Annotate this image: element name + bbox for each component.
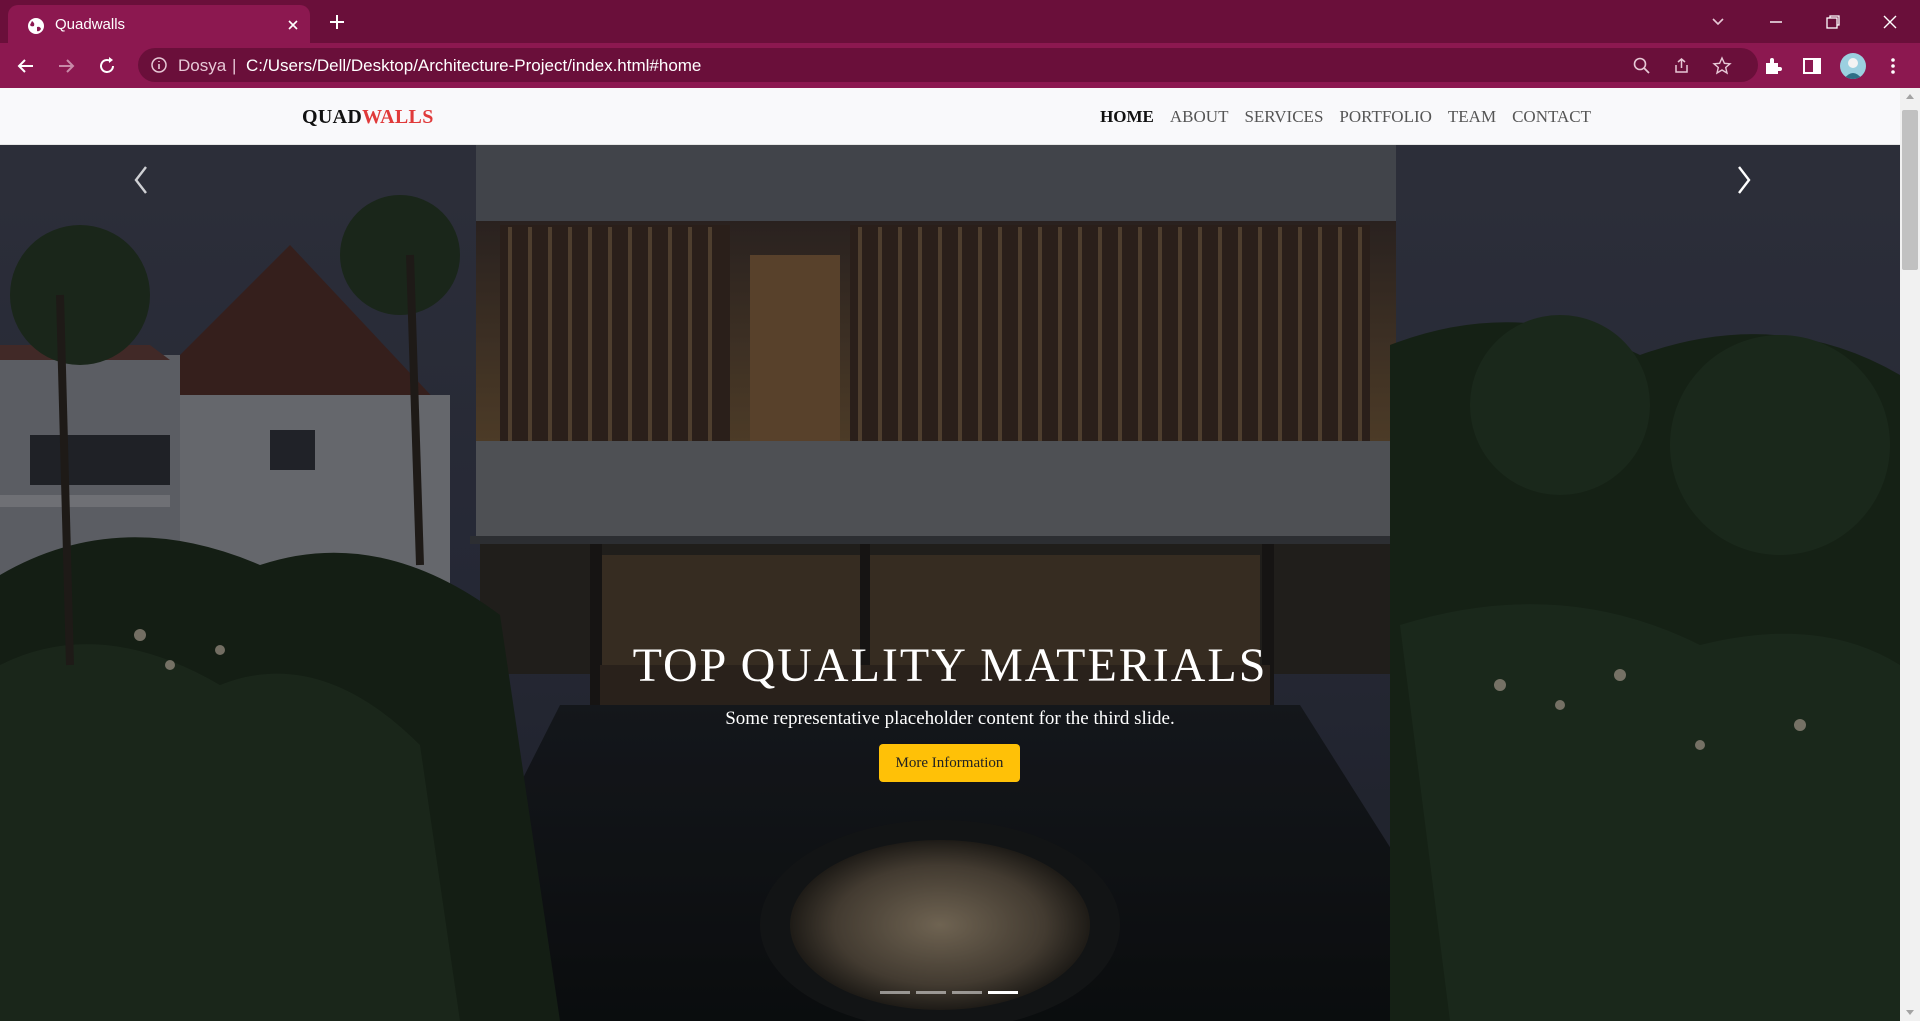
nav-about[interactable]: ABOUT: [1170, 107, 1229, 127]
close-tab-icon[interactable]: [285, 17, 301, 33]
nav-team[interactable]: TEAM: [1448, 107, 1496, 127]
profile-icon: [1844, 58, 1862, 79]
carousel-indicator-3[interactable]: [952, 991, 982, 994]
carousel-next-icon[interactable]: [1713, 145, 1773, 215]
carousel-indicator-1[interactable]: [880, 991, 910, 994]
vertical-scrollbar[interactable]: [1900, 88, 1920, 1021]
nav-portfolio[interactable]: PORTFOLIO: [1339, 107, 1432, 127]
side-panel-icon[interactable]: [1801, 55, 1823, 77]
brand-part-2: WALLS: [362, 106, 434, 128]
new-tab-icon[interactable]: [326, 11, 348, 33]
globe-icon: [28, 18, 44, 34]
site-navbar: QUADWALLS HOME ABOUT SERVICES PORTFOLIO …: [0, 88, 1900, 145]
scroll-thumb[interactable]: [1902, 110, 1918, 270]
carousel-indicator-2[interactable]: [916, 991, 946, 994]
carousel-prev-icon[interactable]: [112, 145, 172, 215]
separator: |: [232, 56, 237, 75]
hero-image: [0, 145, 1900, 1021]
carousel-title: TOP QUALITY MATERIALS: [632, 639, 1268, 692]
hero-carousel: TOP QUALITY MATERIALS Some representativ…: [0, 145, 1900, 1021]
scroll-up-icon[interactable]: [1906, 94, 1914, 99]
extensions-icon[interactable]: [1762, 55, 1784, 77]
share-icon[interactable]: [1672, 56, 1692, 76]
forward-icon[interactable]: [54, 54, 78, 78]
carousel-indicator-4[interactable]: [988, 991, 1018, 994]
reload-icon[interactable]: [95, 54, 119, 78]
browser-tab[interactable]: Quadwalls: [8, 5, 310, 43]
page-viewport: QUADWALLS HOME ABOUT SERVICES PORTFOLIO …: [0, 88, 1920, 1021]
scroll-down-icon[interactable]: [1906, 1010, 1914, 1015]
nav-services[interactable]: SERVICES: [1244, 107, 1323, 127]
minimize-icon[interactable]: [1763, 9, 1789, 35]
brand-logo[interactable]: QUADWALLS: [302, 106, 434, 129]
bookmark-star-icon[interactable]: [1712, 56, 1732, 76]
site-label: Dosya: [178, 56, 227, 75]
info-icon[interactable]: [150, 56, 168, 74]
tab-search-icon[interactable]: [1705, 9, 1731, 35]
nav-menu: HOME ABOUT SERVICES PORTFOLIO TEAM CONTA…: [1084, 107, 1591, 127]
close-window-icon[interactable]: [1877, 9, 1903, 35]
carousel-indicators: [880, 991, 1018, 994]
back-icon[interactable]: [14, 54, 38, 78]
browser-tab-strip: Quadwalls: [0, 0, 1920, 43]
zoom-icon[interactable]: [1632, 56, 1652, 76]
nav-home[interactable]: HOME: [1100, 107, 1154, 127]
profile-avatar[interactable]: [1840, 53, 1866, 79]
carousel-text: Some representative placeholder content …: [725, 708, 1175, 729]
address-bar[interactable]: Dosya | C:/Users/Dell/Desktop/Architectu…: [138, 48, 1758, 82]
menu-kebab-icon[interactable]: [1882, 55, 1904, 77]
more-information-button[interactable]: More Information: [879, 744, 1020, 782]
nav-contact[interactable]: CONTACT: [1512, 107, 1591, 127]
restore-icon[interactable]: [1820, 9, 1846, 35]
tab-title: Quadwalls: [55, 16, 126, 33]
url-text[interactable]: C:/Users/Dell/Desktop/Architecture-Proje…: [246, 56, 701, 76]
brand-part-1: QUAD: [302, 106, 363, 128]
browser-toolbar: Dosya | C:/Users/Dell/Desktop/Architectu…: [0, 43, 1920, 88]
